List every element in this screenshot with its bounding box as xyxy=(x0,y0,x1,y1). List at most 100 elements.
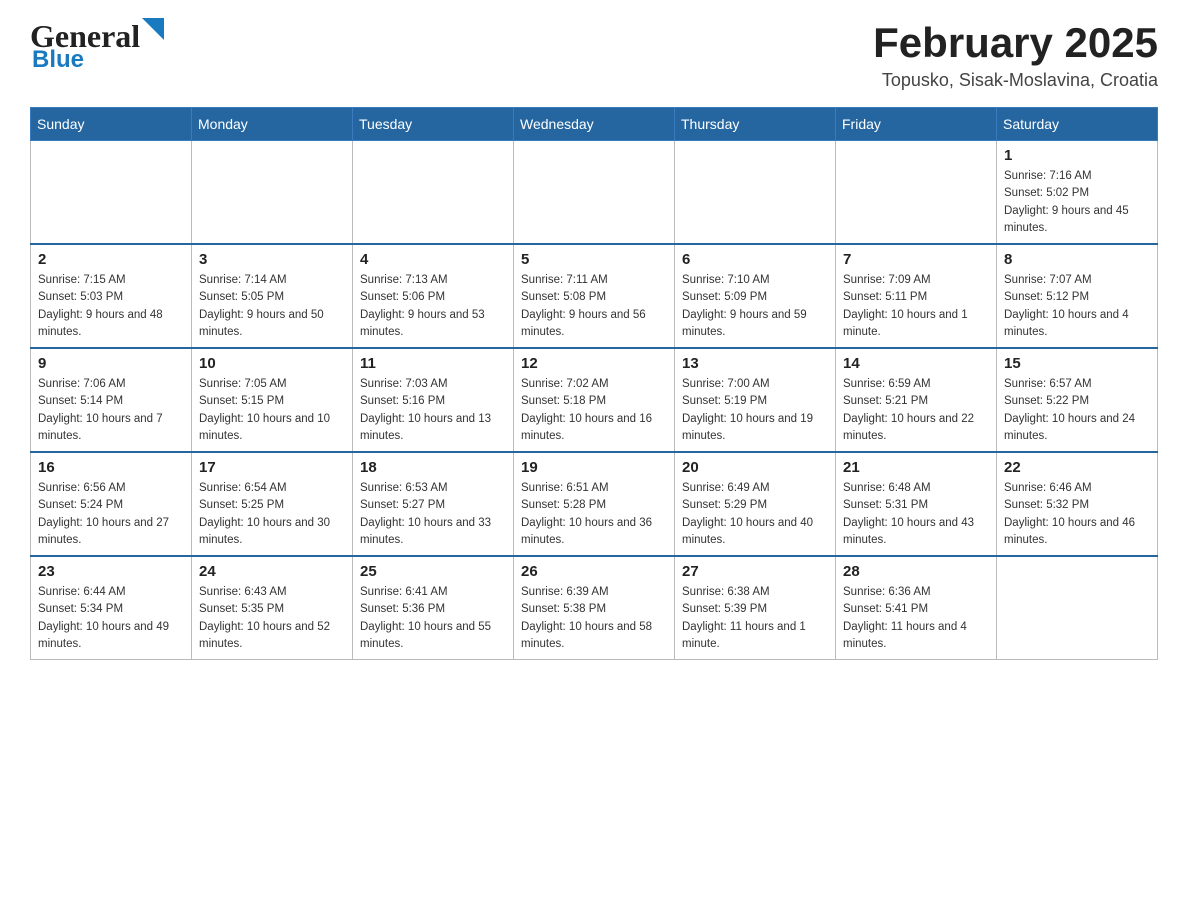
day-info: Sunrise: 6:39 AMSunset: 5:38 PMDaylight:… xyxy=(521,584,667,653)
day-number: 25 xyxy=(360,563,506,580)
calendar-cell: 23Sunrise: 6:44 AMSunset: 5:34 PMDayligh… xyxy=(31,556,192,660)
day-number: 26 xyxy=(521,563,667,580)
col-thursday: Thursday xyxy=(675,108,836,141)
day-number: 21 xyxy=(843,459,989,476)
day-number: 2 xyxy=(38,251,184,268)
day-info: Sunrise: 6:54 AMSunset: 5:25 PMDaylight:… xyxy=(199,480,345,549)
calendar-cell: 17 Sunrise: 6:54 AMSunset: 5:25 PMDayligh… xyxy=(192,452,353,556)
calendar-cell xyxy=(31,141,192,245)
calendar-cell: 16 Sunrise: 6:56 AMSunset: 5:24 PMDayligh… xyxy=(31,452,192,556)
calendar-cell: 14 Sunrise: 6:59 AMSunset: 5:21 PMDayligh… xyxy=(836,348,997,452)
day-number: 18 xyxy=(360,459,506,476)
calendar-week-row: 1Sunrise: 7:16 AMSunset: 5:02 PMDaylight… xyxy=(31,141,1158,245)
calendar-cell: 13 Sunrise: 7:00 AMSunset: 5:19 PMDayligh… xyxy=(675,348,836,452)
day-info: Sunrise: 6:49 AMSunset: 5:29 PMDaylight:… xyxy=(682,480,828,549)
col-friday: Friday xyxy=(836,108,997,141)
day-number: 12 xyxy=(521,355,667,372)
calendar-cell: 3 Sunrise: 7:14 AMSunset: 5:05 PMDaylight… xyxy=(192,244,353,348)
calendar-cell: 6 Sunrise: 7:10 AMSunset: 5:09 PMDaylight… xyxy=(675,244,836,348)
day-number: 6 xyxy=(682,251,828,268)
day-info: Sunrise: 7:02 AMSunset: 5:18 PMDaylight:… xyxy=(521,376,667,445)
calendar-cell: 24Sunrise: 6:43 AMSunset: 5:35 PMDayligh… xyxy=(192,556,353,660)
day-number: 17 xyxy=(199,459,345,476)
calendar-cell: 21 Sunrise: 6:48 AMSunset: 5:31 PMDayligh… xyxy=(836,452,997,556)
day-info: Sunrise: 6:46 AMSunset: 5:32 PMDaylight:… xyxy=(1004,480,1150,549)
calendar-cell xyxy=(675,141,836,245)
day-info: Sunrise: 6:38 AMSunset: 5:39 PMDaylight:… xyxy=(682,584,828,653)
day-info: Sunrise: 6:48 AMSunset: 5:31 PMDaylight:… xyxy=(843,480,989,549)
calendar-cell: 7 Sunrise: 7:09 AMSunset: 5:11 PMDaylight… xyxy=(836,244,997,348)
day-number: 16 xyxy=(38,459,184,476)
col-monday: Monday xyxy=(192,108,353,141)
calendar-cell: 5Sunrise: 7:11 AMSunset: 5:08 PMDaylight… xyxy=(514,244,675,348)
calendar-cell: 28Sunrise: 6:36 AMSunset: 5:41 PMDayligh… xyxy=(836,556,997,660)
calendar-week-row: 9Sunrise: 7:06 AMSunset: 5:14 PMDaylight… xyxy=(31,348,1158,452)
day-info: Sunrise: 6:41 AMSunset: 5:36 PMDaylight:… xyxy=(360,584,506,653)
day-number: 8 xyxy=(1004,251,1150,268)
calendar-week-row: 2 Sunrise: 7:15 AMSunset: 5:03 PMDaylight… xyxy=(31,244,1158,348)
day-number: 3 xyxy=(199,251,345,268)
calendar-cell: 9Sunrise: 7:06 AMSunset: 5:14 PMDaylight… xyxy=(31,348,192,452)
day-number: 14 xyxy=(843,355,989,372)
calendar-cell xyxy=(353,141,514,245)
day-number: 19 xyxy=(521,459,667,476)
day-info: Sunrise: 6:59 AMSunset: 5:21 PMDaylight:… xyxy=(843,376,989,445)
calendar-cell: 2 Sunrise: 7:15 AMSunset: 5:03 PMDaylight… xyxy=(31,244,192,348)
page-subtitle: Topusko, Sisak-Moslavina, Croatia xyxy=(873,70,1158,91)
day-info: Sunrise: 7:07 AMSunset: 5:12 PMDaylight:… xyxy=(1004,272,1150,341)
logo-arrow-icon xyxy=(142,18,164,40)
day-number: 7 xyxy=(843,251,989,268)
page-title: February 2025 xyxy=(873,20,1158,66)
day-number: 5 xyxy=(521,251,667,268)
calendar-table: Sunday Monday Tuesday Wednesday Thursday… xyxy=(30,107,1158,660)
day-info: Sunrise: 7:05 AMSunset: 5:15 PMDaylight:… xyxy=(199,376,345,445)
col-sunday: Sunday xyxy=(31,108,192,141)
day-info: Sunrise: 7:06 AMSunset: 5:14 PMDaylight:… xyxy=(38,376,184,445)
day-info: Sunrise: 7:00 AMSunset: 5:19 PMDaylight:… xyxy=(682,376,828,445)
calendar-cell: 27 Sunrise: 6:38 AMSunset: 5:39 PMDayligh… xyxy=(675,556,836,660)
day-info: Sunrise: 6:56 AMSunset: 5:24 PMDaylight:… xyxy=(38,480,184,549)
day-info: Sunrise: 7:10 AMSunset: 5:09 PMDaylight:… xyxy=(682,272,828,341)
day-info: Sunrise: 6:51 AMSunset: 5:28 PMDaylight:… xyxy=(521,480,667,549)
day-number: 15 xyxy=(1004,355,1150,372)
day-info: Sunrise: 7:14 AMSunset: 5:05 PMDaylight:… xyxy=(199,272,345,341)
calendar-cell: 26 Sunrise: 6:39 AMSunset: 5:38 PMDayligh… xyxy=(514,556,675,660)
calendar-header-row: Sunday Monday Tuesday Wednesday Thursday… xyxy=(31,108,1158,141)
day-info: Sunrise: 7:13 AMSunset: 5:06 PMDaylight:… xyxy=(360,272,506,341)
calendar-cell: 19 Sunrise: 6:51 AMSunset: 5:28 PMDayligh… xyxy=(514,452,675,556)
calendar-cell: 15Sunrise: 6:57 AMSunset: 5:22 PMDayligh… xyxy=(997,348,1158,452)
day-info: Sunrise: 7:09 AMSunset: 5:11 PMDaylight:… xyxy=(843,272,989,341)
day-info: Sunrise: 7:03 AMSunset: 5:16 PMDaylight:… xyxy=(360,376,506,445)
calendar-cell: 20Sunrise: 6:49 AMSunset: 5:29 PMDayligh… xyxy=(675,452,836,556)
day-info: Sunrise: 7:16 AMSunset: 5:02 PMDaylight:… xyxy=(1004,168,1150,237)
day-info: Sunrise: 7:15 AMSunset: 5:03 PMDaylight:… xyxy=(38,272,184,341)
page-header: General Blue February 2025 Topusko, Sisa… xyxy=(30,20,1158,91)
calendar-cell xyxy=(514,141,675,245)
calendar-week-row: 16 Sunrise: 6:56 AMSunset: 5:24 PMDayligh… xyxy=(31,452,1158,556)
calendar-cell: 8 Sunrise: 7:07 AMSunset: 5:12 PMDaylight… xyxy=(997,244,1158,348)
calendar-cell: 4 Sunrise: 7:13 AMSunset: 5:06 PMDaylight… xyxy=(353,244,514,348)
day-number: 10 xyxy=(199,355,345,372)
title-block: February 2025 Topusko, Sisak-Moslavina, … xyxy=(873,20,1158,91)
calendar-cell: 1Sunrise: 7:16 AMSunset: 5:02 PMDaylight… xyxy=(997,141,1158,245)
col-saturday: Saturday xyxy=(997,108,1158,141)
calendar-cell: 11 Sunrise: 7:03 AMSunset: 5:16 PMDayligh… xyxy=(353,348,514,452)
day-number: 13 xyxy=(682,355,828,372)
calendar-cell: 25 Sunrise: 6:41 AMSunset: 5:36 PMDayligh… xyxy=(353,556,514,660)
logo: General Blue xyxy=(30,20,164,74)
calendar-cell: 18 Sunrise: 6:53 AMSunset: 5:27 PMDayligh… xyxy=(353,452,514,556)
calendar-cell xyxy=(997,556,1158,660)
col-tuesday: Tuesday xyxy=(353,108,514,141)
calendar-cell xyxy=(836,141,997,245)
day-info: Sunrise: 6:36 AMSunset: 5:41 PMDaylight:… xyxy=(843,584,989,653)
day-number: 4 xyxy=(360,251,506,268)
day-number: 24 xyxy=(199,563,345,580)
col-wednesday: Wednesday xyxy=(514,108,675,141)
calendar-cell: 10 Sunrise: 7:05 AMSunset: 5:15 PMDayligh… xyxy=(192,348,353,452)
day-number: 11 xyxy=(360,355,506,372)
day-info: Sunrise: 6:53 AMSunset: 5:27 PMDaylight:… xyxy=(360,480,506,549)
logo-blue-text: Blue xyxy=(32,46,84,73)
calendar-cell xyxy=(192,141,353,245)
calendar-week-row: 23Sunrise: 6:44 AMSunset: 5:34 PMDayligh… xyxy=(31,556,1158,660)
day-number: 27 xyxy=(682,563,828,580)
